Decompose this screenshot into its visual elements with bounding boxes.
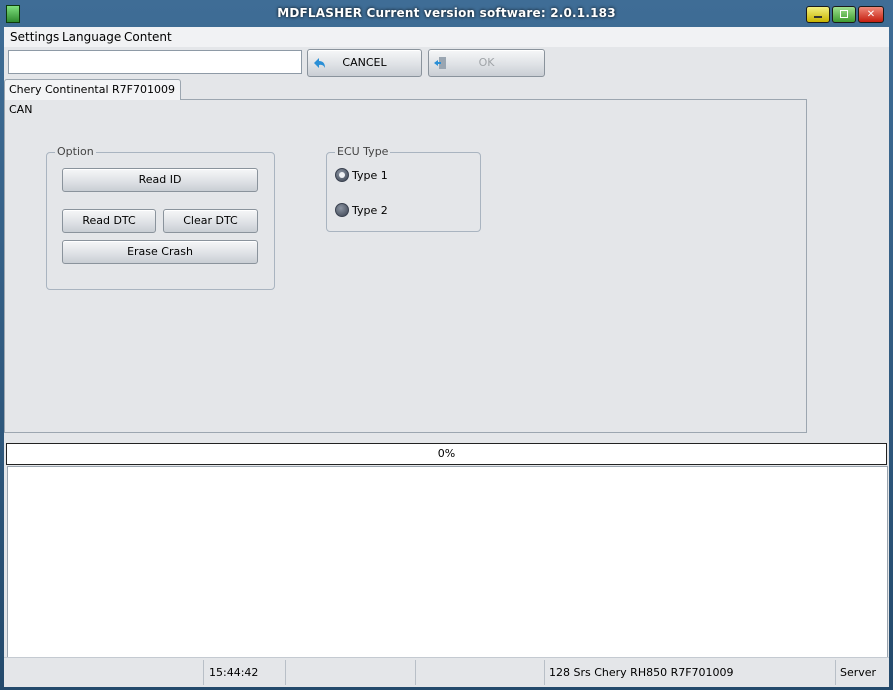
- status-time: 15:44:42: [209, 666, 259, 679]
- app-window: MDFLASHER Current version software: 2.0.…: [0, 0, 893, 690]
- clear-dtc-button[interactable]: Clear DTC: [163, 209, 258, 233]
- option-group: Option Read ID Read DTC Clear DTC Erase …: [46, 145, 275, 290]
- cancel-button[interactable]: CANCEL: [307, 49, 422, 77]
- status-divider: [415, 660, 416, 685]
- tab-panel: Option Read ID Read DTC Clear DTC Erase …: [4, 99, 807, 433]
- tab-chery-continental[interactable]: Chery Continental R7F701009 CAN: [4, 79, 181, 116]
- minimize-icon: [807, 7, 829, 22]
- menu-content[interactable]: Content: [124, 30, 172, 44]
- status-mode: Server: [840, 666, 877, 679]
- status-divider: [835, 660, 836, 685]
- title-bar[interactable]: MDFLASHER Current version software: 2.0.…: [0, 0, 893, 27]
- type1-radio[interactable]: [335, 168, 349, 182]
- option-group-title: Option: [55, 145, 96, 158]
- minimize-button[interactable]: [806, 6, 830, 23]
- status-divider: [203, 660, 204, 685]
- maximize-icon: [833, 7, 855, 22]
- window-title: MDFLASHER Current version software: 2.0.…: [277, 6, 616, 20]
- type2-label[interactable]: Type 2: [352, 204, 388, 217]
- status-divider: [544, 660, 545, 685]
- client-area: Settings Language Content CANCEL OK Cher…: [4, 27, 889, 687]
- status-divider: [285, 660, 286, 685]
- progress-label: 0%: [437, 447, 456, 460]
- read-dtc-button[interactable]: Read DTC: [62, 209, 156, 233]
- erase-crash-button[interactable]: Erase Crash: [62, 240, 258, 264]
- type1-label[interactable]: Type 1: [352, 169, 388, 182]
- undo-arrow-icon: [314, 58, 325, 68]
- status-device: 128 Srs Chery RH850 R7F701009: [549, 666, 734, 679]
- close-icon: ✕: [866, 9, 876, 20]
- path-input[interactable]: [8, 50, 302, 74]
- exit-door-icon: [434, 57, 446, 69]
- ecu-type-group: ECU Type Type 1 Type 2: [326, 145, 481, 232]
- ok-label: OK: [478, 56, 495, 69]
- progress-bar: 0%: [6, 443, 887, 465]
- menu-bar: Settings Language Content: [4, 27, 889, 47]
- cancel-label: CANCEL: [342, 56, 387, 69]
- read-id-button[interactable]: Read ID: [62, 168, 258, 192]
- ok-button[interactable]: OK: [428, 49, 545, 77]
- status-bar: 15:44:42 128 Srs Chery RH850 R7F701009 S…: [4, 657, 889, 687]
- log-area[interactable]: [7, 466, 888, 658]
- maximize-button[interactable]: [832, 6, 856, 23]
- close-button[interactable]: ✕: [858, 6, 884, 23]
- menu-settings[interactable]: Settings: [10, 30, 59, 44]
- ecu-type-group-title: ECU Type: [335, 145, 391, 158]
- menu-language[interactable]: Language: [62, 30, 121, 44]
- type2-radio[interactable]: [335, 203, 349, 217]
